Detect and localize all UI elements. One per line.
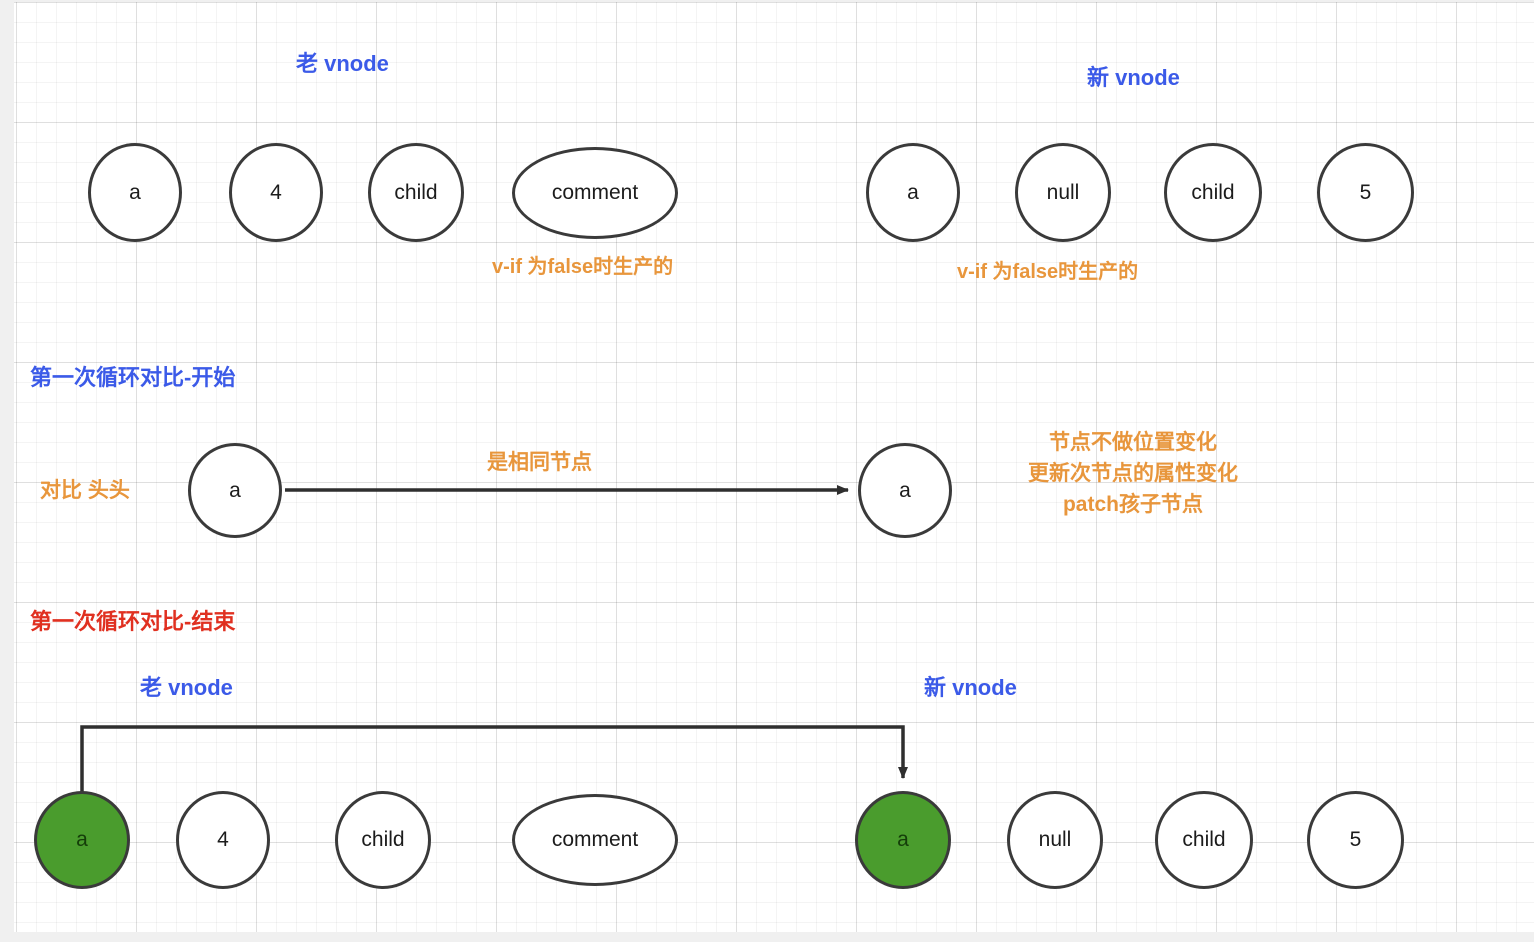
new-node-5[interactable]: 5 [1317,143,1414,242]
same-node-arrow-label: 是相同节点 [487,451,592,474]
page-left-margin [0,0,14,942]
old-node-a[interactable]: a [88,143,182,242]
result-old-node-4[interactable]: 4 [176,791,270,889]
result-new-node-5[interactable]: 5 [1307,791,1404,889]
result-old-node-a[interactable]: a [34,791,130,889]
compare-result-note-line2: 更新次节点的属性变化 [1028,462,1238,485]
result-new-node-a[interactable]: a [855,791,951,889]
page-top-margin [0,0,1534,2]
page-bottom-margin [0,932,1534,942]
whiteboard-canvas: 老 vnode 新 vnode a 4 child comment v-if 为… [0,0,1534,942]
result-old-node-child[interactable]: child [335,791,431,889]
heading-old-vnode-top: 老 vnode [296,51,389,76]
compare-result-note-line3: patch孩子节点 [1062,493,1203,516]
compare-new-node-a[interactable]: a [858,443,952,538]
old-node-comment[interactable]: comment [512,147,678,239]
new-node-child[interactable]: child [1164,143,1262,242]
heading-loop-compare-start: 第一次循环对比-开始 [30,365,236,390]
new-comment-note: v-if 为false时生产的 [957,261,1139,283]
matched-node-connector [80,725,908,792]
new-node-null[interactable]: null [1015,143,1111,242]
compare-head-to-head-label: 对比 头头 [40,479,130,502]
result-new-node-null[interactable]: null [1007,791,1103,889]
compare-result-note-line1: 节点不做位置变化 [1049,431,1217,454]
result-new-node-child[interactable]: child [1155,791,1253,889]
old-node-4[interactable]: 4 [229,143,323,242]
compare-old-node-a[interactable]: a [188,443,282,538]
result-old-node-comment[interactable]: comment [512,794,678,886]
heading-new-vnode-bottom: 新 vnode [924,675,1017,700]
old-node-child[interactable]: child [368,143,464,242]
heading-old-vnode-bottom: 老 vnode [140,675,233,700]
new-node-a[interactable]: a [866,143,960,242]
heading-loop-compare-end: 第一次循环对比-结束 [30,609,236,634]
heading-new-vnode-top: 新 vnode [1087,65,1180,90]
old-comment-note: v-if 为false时生产的 [492,256,674,278]
